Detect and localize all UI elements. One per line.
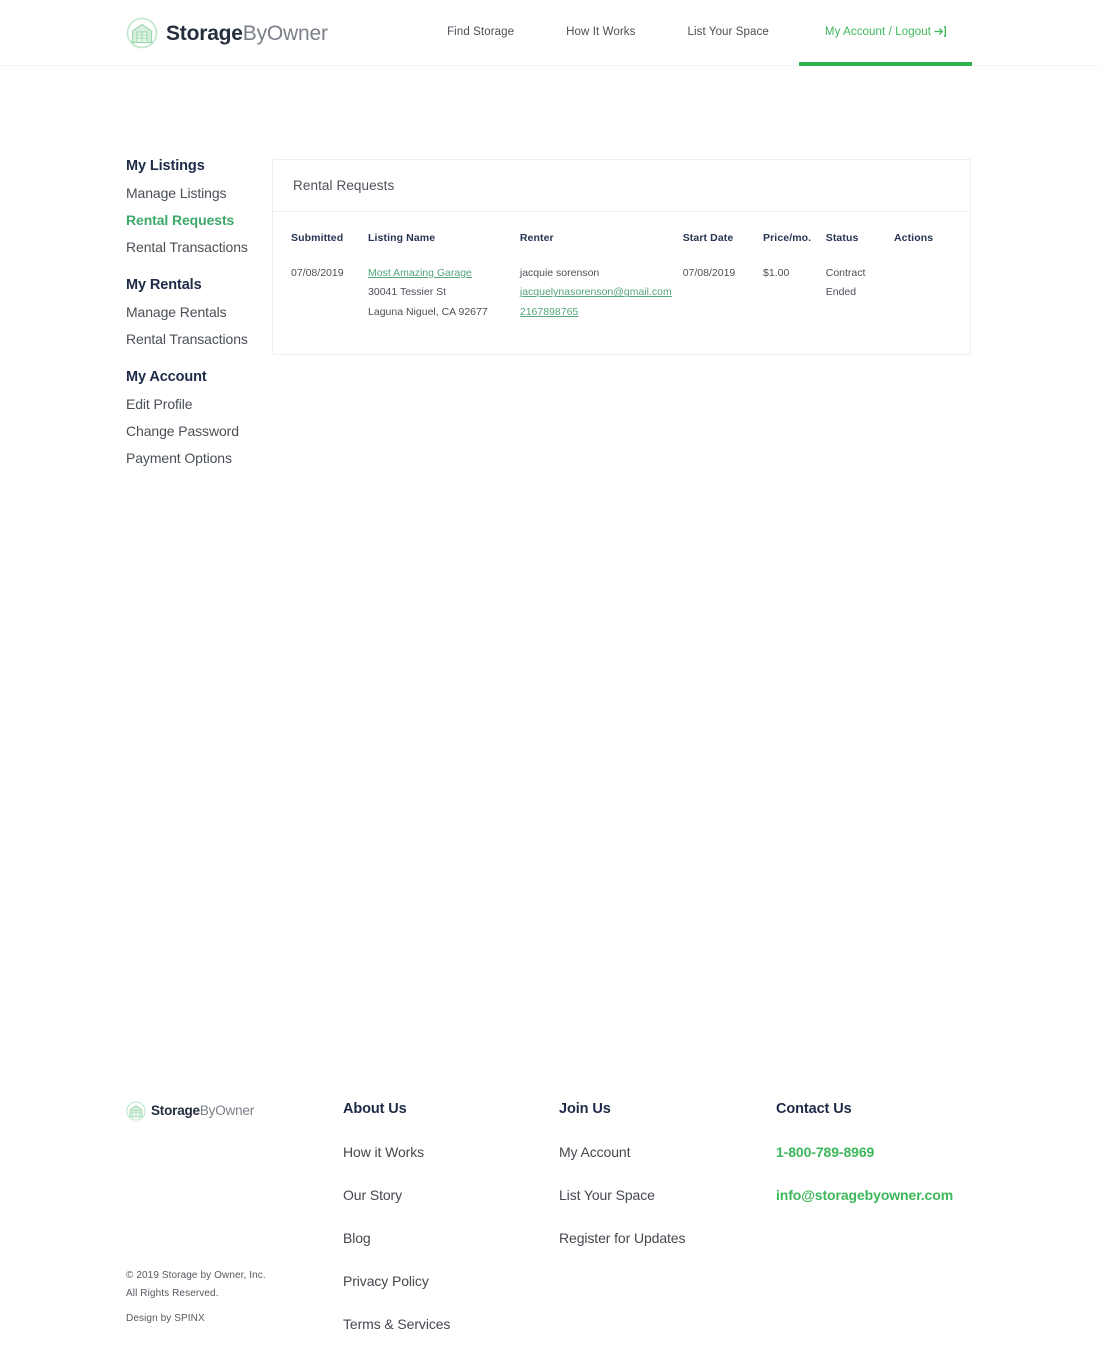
site-header: StorageByOwner Find Storage How It Works… [0, 0, 1100, 66]
footer-heading-join-us: Join Us [559, 1101, 611, 1117]
status-badge: Contract Ended [822, 258, 890, 328]
sidebar-item-rental-transactions-listings[interactable]: Rental Transactions [126, 239, 276, 255]
sidebar-item-rental-requests[interactable]: Rental Requests [126, 212, 276, 228]
sidebar-group-my-listings: My Listings Manage Listings Rental Reque… [126, 158, 276, 255]
site-footer: StorageByOwner © 2019 Storage by Owner, … [0, 500, 1100, 1332]
column-header-submitted: Submitted [291, 232, 344, 244]
cell-submitted: 07/08/2019 [291, 267, 344, 279]
cell-listing: Most Amazing Garage 30041 Tessier St Lag… [364, 258, 516, 328]
page-title: Rental Requests [293, 178, 395, 193]
sidebar-item-payment-options[interactable]: Payment Options [126, 450, 276, 466]
nav-item-how-it-works[interactable]: How It Works [566, 0, 635, 66]
sidebar-group-my-rentals: My Rentals Manage Rentals Rental Transac… [126, 277, 276, 347]
page-body: My Listings Manage Listings Rental Reque… [0, 66, 1100, 500]
rental-requests-table: Submitted Listing Name Renter Start Date… [287, 232, 956, 328]
copyright-notice: © 2019 Storage by Owner, Inc. All Rights… [126, 1267, 266, 1302]
listing-name-link[interactable]: Most Amazing Garage [368, 267, 472, 279]
card-header: Rental Requests [273, 160, 970, 212]
footer-logo[interactable]: StorageByOwner [126, 1101, 254, 1121]
sidebar-item-edit-profile[interactable]: Edit Profile [126, 396, 276, 412]
footer-heading-about-us: About Us [343, 1101, 407, 1117]
footer-heading-contact-us: Contact Us [776, 1101, 852, 1117]
table-header-row: Submitted Listing Name Renter Start Date… [287, 232, 956, 258]
cell-actions[interactable] [890, 258, 956, 328]
column-header-actions: Actions [893, 232, 934, 244]
sidebar-item-manage-listings[interactable]: Manage Listings [126, 185, 276, 201]
rental-requests-card: Rental Requests Submitted Listing Name R… [272, 159, 971, 356]
column-header-start-date: Start Date [682, 232, 734, 244]
footer-logo-word-storage: Storage [151, 1103, 200, 1119]
footer-phone-link[interactable]: 1-800-789-8969 [776, 1144, 953, 1160]
nav-item-find-storage[interactable]: Find Storage [447, 0, 514, 66]
footer-logo-word-byowner: ByOwner [199, 1103, 254, 1119]
cell-start-date: 07/08/2019 [682, 267, 736, 279]
cell-price: $1.00 [763, 267, 790, 279]
column-header-renter: Renter [519, 232, 554, 244]
footer-link-blog[interactable]: Blog [343, 1230, 450, 1246]
footer-column-join-us: Join Us My Account List Your Space Regis… [559, 1101, 686, 1273]
footer-link-my-account[interactable]: My Account [559, 1144, 685, 1160]
nav-item-my-account-logout[interactable]: My Account / Logout [798, 0, 973, 66]
cell-renter: jacquie sorenson jacquelynasorenson@gmai… [516, 258, 679, 328]
status-line-1: Contract [825, 267, 866, 279]
footer-column-contact-us: Contact Us 1-800-789-8969 info@storageby… [776, 1101, 953, 1230]
site-logo[interactable]: StorageByOwner [126, 17, 328, 49]
account-sidebar: My Listings Manage Listings Rental Reque… [126, 158, 276, 488]
footer-logo-wordmark: StorageByOwner [151, 1104, 254, 1118]
footer-link-privacy-policy[interactable]: Privacy Policy [343, 1273, 450, 1289]
logo-word-storage: Storage [166, 21, 243, 45]
table-body: 07/08/2019 Most Amazing Garage 30041 Tes… [287, 258, 956, 328]
footer-email-link[interactable]: info@storagebyowner.com [776, 1187, 953, 1203]
table-header: Submitted Listing Name Renter Start Date… [287, 232, 956, 258]
renter-email-link[interactable]: jacquelynasorenson@gmail.com [520, 286, 672, 298]
listing-street: 30041 Tessier St [368, 286, 447, 299]
footer-link-list-your-space[interactable]: List Your Space [559, 1187, 685, 1203]
sidebar-item-manage-rentals[interactable]: Manage Rentals [126, 304, 276, 320]
main-navigation: Find Storage How It Works List Your Spac… [447, 0, 973, 66]
copyright-line-2: All Rights Reserved. [126, 1287, 219, 1299]
footer-link-our-story[interactable]: Our Story [343, 1187, 450, 1203]
nav-item-list-your-space[interactable]: List Your Space [687, 0, 768, 66]
sidebar-heading-my-account: My Account [126, 369, 207, 385]
storage-unit-logo-icon [126, 1101, 146, 1121]
sidebar-item-change-password[interactable]: Change Password [126, 423, 276, 439]
copyright-line-1: © 2019 Storage by Owner, Inc. [126, 1270, 266, 1281]
logo-wordmark: StorageByOwner [166, 23, 328, 44]
sidebar-heading-my-listings: My Listings [126, 158, 205, 174]
sidebar-group-my-account: My Account Edit Profile Change Password … [126, 369, 276, 466]
footer-link-register-for-updates[interactable]: Register for Updates [559, 1230, 686, 1246]
sidebar-item-rental-transactions-rentals[interactable]: Rental Transactions [126, 331, 276, 347]
sidebar-heading-my-rentals: My Rentals [126, 277, 202, 293]
table-row: 07/08/2019 Most Amazing Garage 30041 Tes… [287, 258, 956, 328]
logo-word-byowner: ByOwner [242, 21, 328, 45]
footer-column-about-us: About Us How it Works Our Story Blog Pri… [343, 1101, 450, 1359]
design-credit: Design by SPINX [126, 1313, 205, 1324]
logout-arrow-icon [934, 26, 946, 40]
column-header-price: Price/mo. [763, 232, 812, 244]
nav-item-my-account-label: My Account / Logout [824, 26, 931, 38]
status-line-2: Ended [825, 286, 857, 299]
footer-link-terms-services[interactable]: Terms & Services [343, 1316, 450, 1332]
listing-city-state-zip: Laguna Niguel, CA 92677 [368, 305, 488, 318]
renter-name: jacquie sorenson [519, 267, 600, 279]
column-header-listing-name: Listing Name [368, 232, 436, 244]
card-body: Submitted Listing Name Renter Start Date… [273, 212, 970, 354]
column-header-status: Status [825, 232, 859, 244]
renter-phone-link[interactable]: 2167898765 [520, 306, 578, 318]
storage-unit-logo-icon [126, 17, 158, 49]
footer-link-how-it-works[interactable]: How it Works [343, 1144, 450, 1160]
